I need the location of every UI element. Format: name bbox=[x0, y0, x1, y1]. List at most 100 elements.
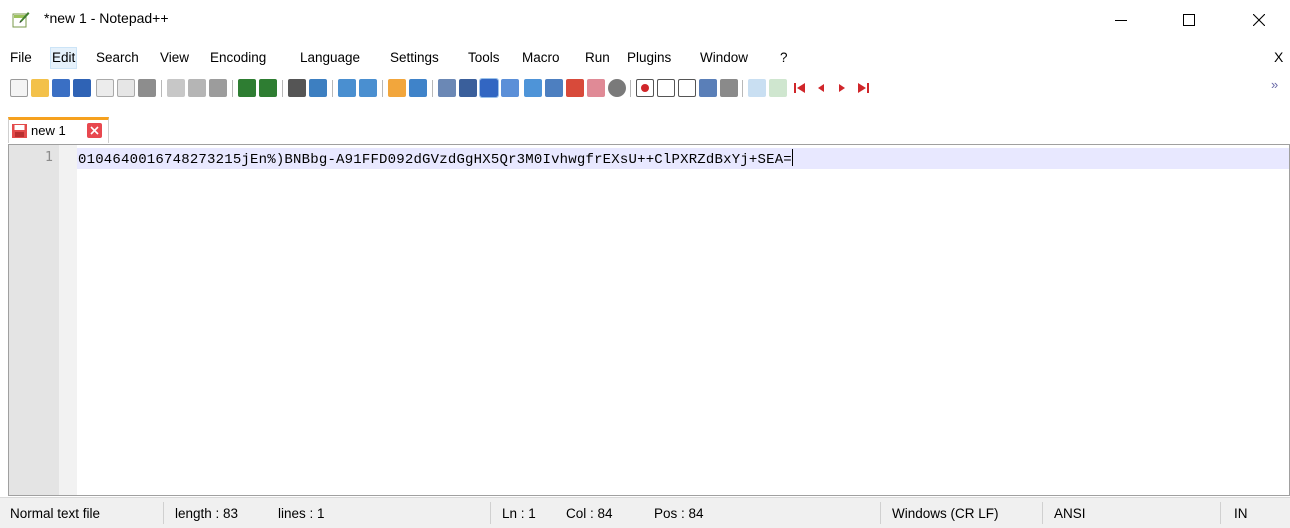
status-length: length : 83 bbox=[175, 506, 239, 521]
tab-close-icon[interactable] bbox=[87, 123, 102, 138]
status-encoding: ANSI bbox=[1054, 506, 1086, 521]
plugin-icon-2[interactable] bbox=[748, 79, 766, 97]
folder-as-workspace-icon[interactable] bbox=[566, 79, 584, 97]
menu-plugins[interactable]: Plugins bbox=[626, 48, 672, 68]
close-document-button[interactable]: X bbox=[1274, 49, 1283, 65]
status-eol: Windows (CR LF) bbox=[892, 506, 999, 521]
run-macro-multiple-icon[interactable] bbox=[678, 79, 696, 97]
sync-horizontal-icon[interactable] bbox=[409, 79, 427, 97]
menu-bar: File Edit Search View Encoding Language … bbox=[0, 47, 1290, 69]
new-file-icon[interactable] bbox=[10, 79, 28, 97]
toolbar-overflow-chevron[interactable]: » bbox=[1271, 77, 1278, 92]
monitoring-icon[interactable] bbox=[587, 79, 605, 97]
record-macro-icon[interactable] bbox=[608, 79, 626, 97]
minimize-icon bbox=[1115, 20, 1127, 21]
status-separator bbox=[880, 502, 881, 524]
notepad-plus-plus-icon bbox=[12, 12, 30, 28]
maximize-button[interactable] bbox=[1166, 0, 1212, 40]
copy-icon[interactable] bbox=[188, 79, 206, 97]
line-number-gutter: 1 bbox=[9, 145, 59, 495]
toolbar-separator bbox=[161, 80, 162, 97]
toolbar: » bbox=[0, 77, 1290, 101]
status-separator bbox=[1220, 502, 1221, 524]
sync-vertical-icon[interactable] bbox=[388, 79, 406, 97]
editor-line[interactable]: 0104640016748273215jEn%)BNBbg-A91FFD092d… bbox=[78, 149, 793, 168]
zoom-out-icon[interactable] bbox=[359, 79, 377, 97]
status-separator bbox=[1042, 502, 1043, 524]
save-all-icon[interactable] bbox=[73, 79, 91, 97]
menu-tools[interactable]: Tools bbox=[467, 48, 501, 68]
tab-new-1[interactable]: new 1 bbox=[8, 117, 109, 143]
editor-line-text[interactable]: 0104640016748273215jEn%)BNBbg-A91FFD092d… bbox=[78, 152, 792, 168]
word-wrap-icon[interactable] bbox=[438, 79, 456, 97]
title-bar: *new 1 - Notepad++ bbox=[0, 0, 1290, 40]
status-ln: Ln : 1 bbox=[502, 506, 536, 521]
next-bookmark-glyph bbox=[839, 84, 845, 92]
menu-edit[interactable]: Edit bbox=[49, 47, 78, 69]
playback-macro-icon[interactable] bbox=[657, 79, 675, 97]
first-bookmark-icon[interactable] bbox=[791, 79, 809, 97]
minimize-button[interactable] bbox=[1098, 0, 1144, 40]
plugin-icon-1[interactable] bbox=[720, 79, 738, 97]
show-all-characters-icon[interactable] bbox=[459, 79, 477, 97]
close-icon bbox=[1253, 14, 1265, 26]
text-caret bbox=[791, 149, 793, 166]
zoom-in-icon[interactable] bbox=[338, 79, 356, 97]
toolbar-separator bbox=[382, 80, 383, 97]
status-insert-mode: IN bbox=[1234, 506, 1248, 521]
line-number: 1 bbox=[44, 149, 53, 165]
toolbar-separator bbox=[742, 80, 743, 97]
menu-help[interactable]: ? bbox=[779, 48, 789, 68]
close-icon[interactable] bbox=[96, 79, 114, 97]
status-lines: lines : 1 bbox=[278, 506, 325, 521]
unsaved-file-icon bbox=[12, 124, 27, 138]
close-all-icon[interactable] bbox=[117, 79, 135, 97]
record-dot bbox=[641, 84, 649, 92]
prev-bookmark-glyph bbox=[818, 84, 824, 92]
menu-language[interactable]: Language bbox=[299, 48, 361, 68]
menu-file[interactable]: File bbox=[9, 48, 33, 68]
menu-macro[interactable]: Macro bbox=[521, 48, 561, 68]
tab-label: new 1 bbox=[31, 123, 66, 138]
fold-margin[interactable] bbox=[59, 145, 77, 495]
save-macro-icon[interactable] bbox=[699, 79, 717, 97]
user-defined-language-icon[interactable] bbox=[501, 79, 519, 97]
status-pos: Pos : 84 bbox=[654, 506, 704, 521]
status-file-type: Normal text file bbox=[10, 506, 101, 521]
window-title: *new 1 - Notepad++ bbox=[44, 10, 169, 26]
redo-icon[interactable] bbox=[259, 79, 277, 97]
find-icon[interactable] bbox=[288, 79, 306, 97]
menu-window[interactable]: Window bbox=[699, 48, 749, 68]
last-bookmark-glyph bbox=[858, 83, 869, 93]
close-window-button[interactable] bbox=[1236, 0, 1282, 40]
menu-search[interactable]: Search bbox=[95, 48, 140, 68]
menu-view[interactable]: View bbox=[159, 48, 190, 68]
tab-bar: new 1 bbox=[0, 115, 1290, 144]
plugin-icon-3[interactable] bbox=[769, 79, 787, 97]
document-map-icon[interactable] bbox=[524, 79, 542, 97]
status-separator bbox=[490, 502, 491, 524]
status-bar: Normal text file length : 83 lines : 1 L… bbox=[0, 497, 1290, 528]
undo-icon[interactable] bbox=[238, 79, 256, 97]
stop-recording-icon[interactable] bbox=[636, 79, 654, 97]
save-icon[interactable] bbox=[52, 79, 70, 97]
next-bookmark-icon[interactable] bbox=[833, 79, 851, 97]
replace-icon[interactable] bbox=[309, 79, 327, 97]
open-file-icon[interactable] bbox=[31, 79, 49, 97]
prev-bookmark-icon[interactable] bbox=[812, 79, 830, 97]
menu-encoding[interactable]: Encoding bbox=[209, 48, 267, 68]
toolbar-separator bbox=[232, 80, 233, 97]
status-col: Col : 84 bbox=[566, 506, 613, 521]
status-separator bbox=[163, 502, 164, 524]
text-editor[interactable]: 1 0104640016748273215jEn%)BNBbg-A91FFD09… bbox=[8, 144, 1290, 496]
paste-icon[interactable] bbox=[209, 79, 227, 97]
print-icon[interactable] bbox=[138, 79, 156, 97]
cut-icon[interactable] bbox=[167, 79, 185, 97]
menu-settings[interactable]: Settings bbox=[389, 48, 440, 68]
indent-guide-icon[interactable] bbox=[479, 78, 499, 98]
first-bookmark-glyph bbox=[794, 83, 805, 93]
last-bookmark-icon[interactable] bbox=[854, 79, 872, 97]
function-list-icon[interactable] bbox=[545, 79, 563, 97]
menu-run[interactable]: Run bbox=[584, 48, 611, 68]
toolbar-separator bbox=[432, 80, 433, 97]
